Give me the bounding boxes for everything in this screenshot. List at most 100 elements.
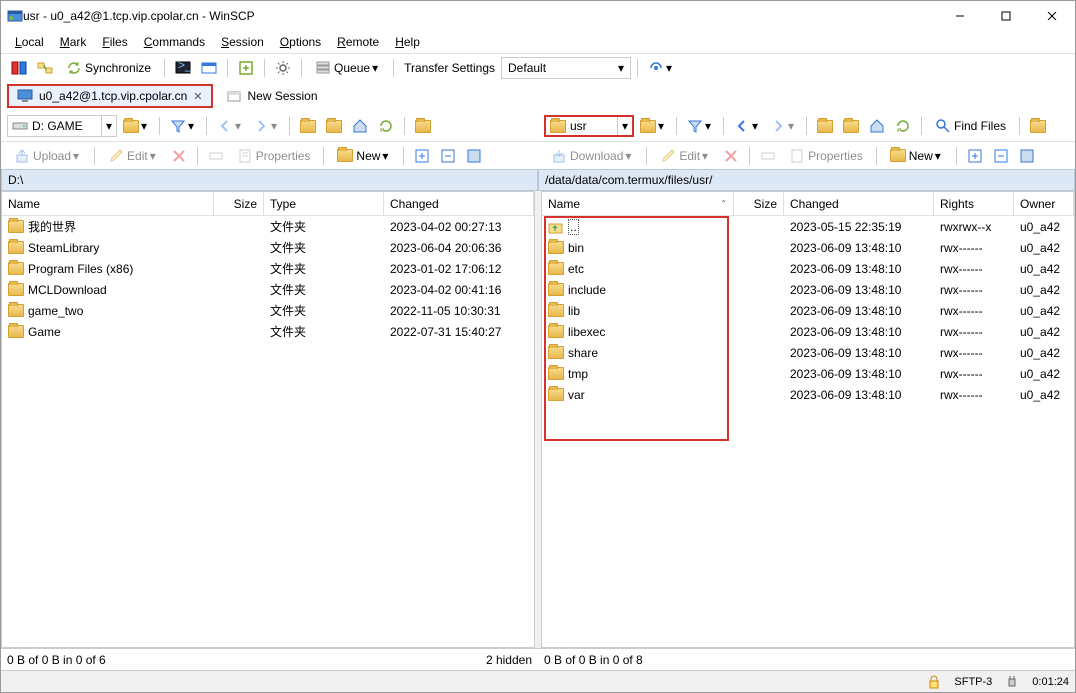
local-col-size[interactable]: Size bbox=[214, 192, 264, 215]
local-select-button[interactable] bbox=[462, 145, 486, 167]
remote-home-button[interactable] bbox=[865, 115, 889, 137]
connection-indicator[interactable] bbox=[1004, 674, 1020, 690]
minimize-button[interactable] bbox=[937, 1, 983, 31]
close-button[interactable] bbox=[1029, 1, 1075, 31]
synchronize-button[interactable]: Synchronize bbox=[59, 57, 158, 79]
remote-status-bar: 0 B of 0 B in 0 of 8 bbox=[538, 649, 1075, 670]
table-row[interactable]: 我的世界文件夹2023-04-02 00:27:13 bbox=[2, 216, 534, 237]
local-home-button[interactable] bbox=[348, 115, 372, 137]
remote-new-button[interactable]: New▾ bbox=[883, 145, 950, 167]
remote-edit-button[interactable]: Edit▾ bbox=[653, 145, 717, 167]
table-row[interactable]: tmp2023-06-09 13:48:10rwx------u0_a42 bbox=[542, 363, 1074, 384]
remote-minus-button[interactable] bbox=[989, 145, 1013, 167]
local-refresh-button[interactable] bbox=[374, 115, 398, 137]
menu-help[interactable]: Help bbox=[387, 33, 428, 51]
remote-plus-button[interactable] bbox=[963, 145, 987, 167]
maximize-button[interactable] bbox=[983, 1, 1029, 31]
reconnect-button[interactable] bbox=[234, 57, 258, 79]
local-col-name[interactable]: Name bbox=[2, 192, 214, 215]
remote-col-rights[interactable]: Rights bbox=[934, 192, 1014, 215]
remote-forward-button[interactable]: ▾ bbox=[766, 115, 800, 137]
local-path[interactable]: D:\ bbox=[1, 169, 538, 191]
new-session-button[interactable]: New Session bbox=[217, 84, 327, 108]
table-row[interactable]: libexec2023-06-09 13:48:10rwx------u0_a4… bbox=[542, 321, 1074, 342]
download-button[interactable]: Download▾ bbox=[544, 145, 640, 167]
remote-list[interactable]: ..2023-05-15 22:35:19rwxrwx--xu0_a42bin2… bbox=[542, 216, 1074, 647]
local-drive-combo[interactable]: D: GAME ▾ bbox=[7, 115, 117, 137]
local-delete-button[interactable] bbox=[167, 145, 191, 167]
remote-delete-button[interactable] bbox=[719, 145, 743, 167]
local-filter-button[interactable]: ▾ bbox=[166, 115, 200, 137]
menu-remote[interactable]: Remote bbox=[329, 33, 387, 51]
local-rename-button[interactable] bbox=[204, 145, 228, 167]
table-row[interactable]: etc2023-06-09 13:48:10rwx------u0_a42 bbox=[542, 258, 1074, 279]
remote-properties-button[interactable]: Properties bbox=[782, 145, 870, 167]
table-row[interactable]: include2023-06-09 13:48:10rwx------u0_a4… bbox=[542, 279, 1074, 300]
table-row[interactable]: var2023-06-09 13:48:10rwx------u0_a42 bbox=[542, 384, 1074, 405]
parent-dir-icon bbox=[548, 220, 564, 234]
remote-col-size[interactable]: Size bbox=[734, 192, 784, 215]
local-col-changed[interactable]: Changed bbox=[384, 192, 534, 215]
remote-filter-button[interactable]: ▾ bbox=[683, 115, 717, 137]
local-properties-button[interactable]: Properties bbox=[230, 145, 318, 167]
table-row[interactable]: Program Files (x86)文件夹2023-01-02 17:06:1… bbox=[2, 258, 534, 279]
table-row[interactable]: share2023-06-09 13:48:10rwx------u0_a42 bbox=[542, 342, 1074, 363]
remote-col-changed[interactable]: Changed bbox=[784, 192, 934, 215]
menu-local[interactable]: Local bbox=[7, 33, 52, 51]
remote-col-name[interactable]: Name⌃ bbox=[542, 192, 734, 215]
file-name: Game bbox=[28, 325, 61, 339]
local-new-button[interactable]: New▾ bbox=[330, 145, 397, 167]
remote-bookmark-button[interactable] bbox=[1026, 115, 1050, 137]
table-row[interactable]: SteamLibrary文件夹2023-06-04 20:06:36 bbox=[2, 237, 534, 258]
local-col-type[interactable]: Type bbox=[264, 192, 384, 215]
remote-open-button[interactable]: ▾ bbox=[636, 115, 670, 137]
local-forward-button[interactable]: ▾ bbox=[249, 115, 283, 137]
sync-browse-button[interactable] bbox=[33, 57, 57, 79]
remote-select-button[interactable] bbox=[1015, 145, 1039, 167]
remote-parent-button[interactable] bbox=[813, 115, 837, 137]
queue-button[interactable]: Queue▾ bbox=[308, 57, 387, 79]
upload-button[interactable]: Upload▾ bbox=[7, 145, 88, 167]
table-row[interactable]: bin2023-06-09 13:48:10rwx------u0_a42 bbox=[542, 237, 1074, 258]
remote-back-button[interactable]: ▾ bbox=[730, 115, 764, 137]
local-minus-button[interactable] bbox=[436, 145, 460, 167]
local-open-button[interactable]: ▾ bbox=[119, 115, 153, 137]
local-panel: Name Size Type Changed 我的世界文件夹2023-04-02… bbox=[1, 191, 535, 648]
toggle-button[interactable]: ▾ bbox=[644, 57, 678, 79]
console-button[interactable]: >_ bbox=[171, 57, 195, 79]
settings-button[interactable] bbox=[271, 57, 295, 79]
file-name: var bbox=[568, 388, 585, 402]
menu-files[interactable]: Files bbox=[94, 33, 135, 51]
table-row[interactable]: lib2023-06-09 13:48:10rwx------u0_a42 bbox=[542, 300, 1074, 321]
menu-options[interactable]: Options bbox=[272, 33, 329, 51]
menu-commands[interactable]: Commands bbox=[136, 33, 213, 51]
terminal-button[interactable] bbox=[197, 57, 221, 79]
local-edit-button[interactable]: Edit▾ bbox=[101, 145, 165, 167]
local-list[interactable]: 我的世界文件夹2023-04-02 00:27:13SteamLibrary文件… bbox=[2, 216, 534, 647]
table-row[interactable]: Game文件夹2022-07-31 15:40:27 bbox=[2, 321, 534, 342]
encryption-indicator[interactable] bbox=[926, 674, 942, 690]
session-tab-active[interactable]: u0_a42@1.tcp.vip.cpolar.cn ✕ bbox=[7, 84, 213, 108]
menu-mark[interactable]: Mark bbox=[52, 33, 95, 51]
remote-root-button[interactable] bbox=[839, 115, 863, 137]
remote-drive-combo[interactable]: usr ▾ bbox=[544, 115, 634, 137]
remote-rename-button[interactable] bbox=[756, 145, 780, 167]
menu-session[interactable]: Session bbox=[213, 33, 272, 51]
compare-button[interactable] bbox=[7, 57, 31, 79]
remote-col-owner[interactable]: Owner bbox=[1014, 192, 1074, 215]
table-row[interactable]: ..2023-05-15 22:35:19rwxrwx--xu0_a42 bbox=[542, 216, 1074, 237]
remote-refresh-button[interactable] bbox=[891, 115, 915, 137]
remote-path[interactable]: /data/data/com.termux/files/usr/ bbox=[538, 169, 1075, 191]
local-back-button[interactable]: ▾ bbox=[213, 115, 247, 137]
table-row[interactable]: game_two文件夹2022-11-05 10:30:31 bbox=[2, 300, 534, 321]
local-root-button[interactable] bbox=[322, 115, 346, 137]
remote-find-button[interactable]: Find Files bbox=[928, 115, 1013, 137]
local-parent-button[interactable] bbox=[296, 115, 320, 137]
local-plus-button[interactable] bbox=[410, 145, 434, 167]
svg-text:>_: >_ bbox=[178, 60, 191, 72]
transfer-settings-combo[interactable]: Default▾ bbox=[501, 57, 631, 79]
table-row[interactable]: MCLDownload文件夹2023-04-02 00:41:16 bbox=[2, 279, 534, 300]
close-session-icon[interactable]: ✕ bbox=[193, 90, 202, 103]
folder-icon bbox=[8, 241, 24, 254]
local-bookmark-button[interactable] bbox=[411, 115, 435, 137]
